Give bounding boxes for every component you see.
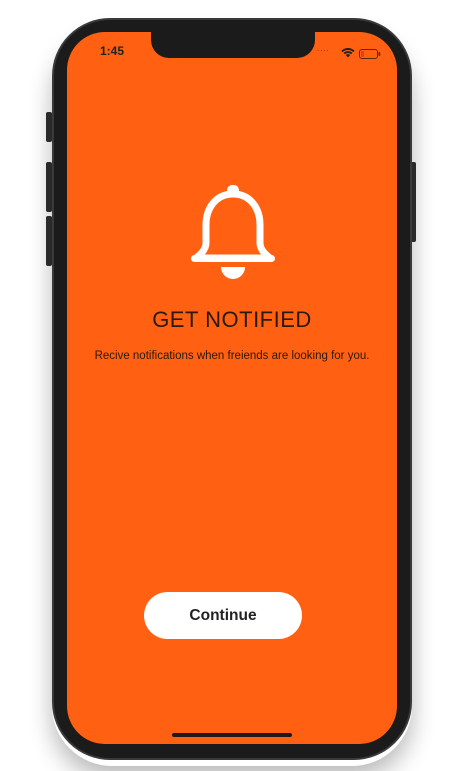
page-title: GET NOTIFIED	[152, 307, 312, 332]
page-description: Recive notifications when freiends are l…	[94, 350, 370, 362]
status-time: 1:45	[100, 44, 125, 58]
home-indicator[interactable]	[172, 733, 292, 737]
app-screen: 1:45 ···· GET NOTIFIED Recive notificati…	[67, 32, 397, 744]
wifi-icon	[341, 45, 355, 63]
bell-icon	[190, 185, 276, 288]
notch	[151, 32, 315, 58]
device-frame: 1:45 ···· GET NOTIFIED Recive notificati…	[0, 0, 462, 771]
continue-button[interactable]: Continue	[144, 592, 302, 639]
battery-low-icon	[359, 46, 381, 64]
signal-dots-icon: ····	[317, 47, 330, 55]
status-icons: ····	[317, 44, 381, 59]
